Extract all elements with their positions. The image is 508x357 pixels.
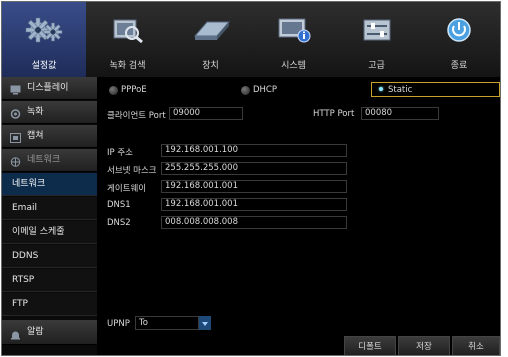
static-label: Static: [388, 85, 413, 95]
subnet-mask-field[interactable]: 255.255.255.000: [161, 162, 347, 175]
tab-label: 고급: [368, 61, 385, 71]
default-button[interactable]: 디폴트: [344, 336, 396, 355]
settings-gears-icon: [25, 17, 63, 43]
pppoe-radio[interactable]: [109, 86, 118, 95]
http-port-field[interactable]: 00080: [361, 107, 439, 120]
sidebar-item-record[interactable]: 녹화: [2, 101, 97, 124]
http-port-label: HTTP Port: [313, 109, 355, 119]
capture-icon: [10, 130, 21, 143]
upnp-select[interactable]: To: [135, 316, 199, 330]
sidebar-item-capture[interactable]: 캡쳐: [2, 125, 97, 148]
sidebar-item-label: 네트워크: [27, 155, 61, 165]
power-icon: [447, 18, 471, 42]
dhcp-label: DHCP: [253, 85, 277, 95]
tab-device[interactable]: 장치: [169, 2, 252, 77]
tab-settings[interactable]: 설정값: [2, 2, 86, 77]
tab-record-search[interactable]: 녹화 검색: [86, 2, 169, 77]
top-menu-bar: 설정값 녹화 검색 장치 시스템 고급 종료: [2, 2, 500, 77]
sidebar-item-display[interactable]: 디스플레이: [2, 77, 97, 100]
upnp-dropdown-button[interactable]: [199, 316, 211, 330]
sidebar-item-email[interactable]: Email: [2, 197, 97, 220]
sidebar-item-alarm[interactable]: 알람: [2, 320, 97, 345]
save-button[interactable]: 저장: [398, 336, 450, 355]
sidebar-item-label: 네트워크: [12, 179, 46, 189]
settings-window: 설정값 녹화 검색 장치 시스템 고급 종료 디스플레이 녹화 캡쳐 네트워크 …: [1, 1, 501, 356]
gateway-label: 게이트웨이: [107, 184, 147, 194]
tab-exit[interactable]: 종료: [418, 2, 500, 77]
dns2-field[interactable]: 008.008.008.008: [161, 216, 347, 229]
sidebar-item-label: 캡쳐: [27, 131, 44, 141]
tab-label: 종료: [450, 61, 468, 71]
monitor-icon: [10, 82, 21, 94]
static-option-box[interactable]: Static: [371, 82, 500, 97]
sidebar-item-email-schedule[interactable]: 이메일 스케줄: [2, 221, 97, 244]
chevron-down-icon: [202, 322, 208, 326]
gateway-field[interactable]: 192.168.001.001: [161, 180, 347, 193]
tab-label: 설정값: [31, 61, 57, 71]
record-search-icon: [113, 19, 143, 44]
ip-address-label: IP 주소: [107, 148, 133, 158]
sidebar-item-label: 디스플레이: [27, 83, 69, 93]
sidebar-item-label: Email: [12, 203, 37, 213]
client-port-label: 클라이언트 Port: [107, 111, 166, 121]
dns1-field[interactable]: 192.168.001.001: [161, 198, 347, 211]
subnet-mask-label: 서브넷 마스크: [107, 166, 157, 176]
sidebar-item-label: 녹화: [27, 107, 44, 117]
network-settings-panel: PPPoE DHCP Static 클라이언트 Port 09000 HTTP …: [97, 77, 500, 355]
sidebar-item-network-group[interactable]: 네트워크: [2, 149, 97, 172]
alarm-icon: [10, 326, 21, 339]
dns1-label: DNS1: [107, 200, 131, 210]
system-monitor-info-icon: [278, 18, 310, 43]
sidebar-item-label: RTSP: [12, 275, 35, 285]
sidebar-item-label: DDNS: [12, 251, 39, 261]
dns2-label: DNS2: [107, 218, 131, 228]
device-disk-icon: [193, 21, 230, 40]
sidebar-item-rtsp[interactable]: RTSP: [2, 269, 97, 292]
sidebar-item-network[interactable]: 네트워크: [2, 173, 97, 196]
tab-label: 녹화 검색: [109, 61, 146, 71]
tab-system[interactable]: 시스템: [252, 2, 335, 77]
tab-label: 장치: [202, 61, 219, 71]
ip-address-field[interactable]: 192.168.001.100: [161, 144, 347, 157]
static-radio-selected[interactable]: [379, 87, 383, 91]
cancel-button[interactable]: 취소: [452, 336, 500, 355]
sidebar: 디스플레이 녹화 캡쳐 네트워크 네트워크 Email 이메일 스케줄 DDNS…: [2, 77, 97, 355]
network-icon: [10, 154, 21, 167]
sidebar-item-label: FTP: [12, 299, 28, 309]
tab-advanced[interactable]: 고급: [335, 2, 418, 77]
dhcp-radio[interactable]: [241, 86, 250, 95]
client-port-field[interactable]: 09000: [169, 107, 243, 120]
sidebar-item-ddns[interactable]: DDNS: [2, 245, 97, 268]
pppoe-label: PPPoE: [121, 85, 147, 95]
upnp-value: To: [139, 318, 148, 328]
sidebar-item-label: 이메일 스케줄: [12, 227, 65, 237]
advanced-sliders-icon: [363, 19, 390, 41]
sidebar-item-ftp[interactable]: FTP: [2, 293, 97, 316]
record-icon: [10, 106, 21, 119]
sidebar-item-label: 알람: [27, 327, 44, 337]
upnp-label: UPNP: [107, 319, 130, 329]
tab-label: 시스템: [281, 61, 306, 71]
